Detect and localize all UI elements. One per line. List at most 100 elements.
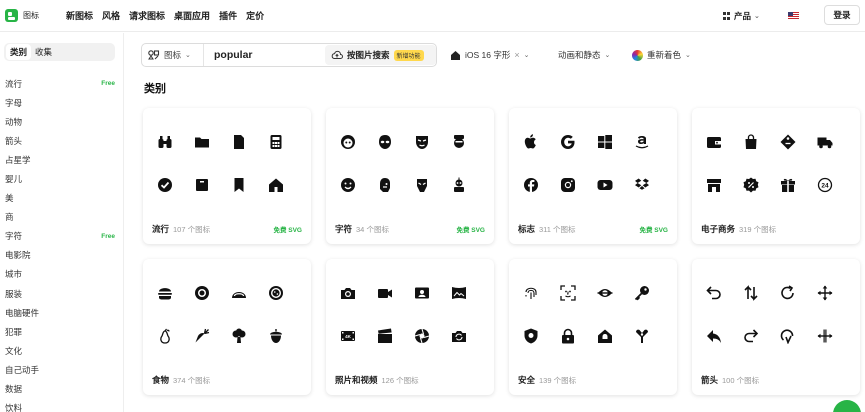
sidebar-item[interactable]: 占星学 bbox=[5, 150, 115, 169]
key-icon[interactable] bbox=[634, 285, 650, 301]
checkmark-circle-icon[interactable] bbox=[157, 177, 173, 193]
sidebar-item[interactable]: 电影院 bbox=[5, 246, 115, 265]
burger-icon[interactable] bbox=[157, 285, 173, 301]
nav-plugins[interactable]: 插件 bbox=[219, 9, 237, 22]
bearded-man-icon[interactable] bbox=[451, 134, 467, 150]
shield-icon[interactable] bbox=[523, 328, 539, 344]
bookmark-icon[interactable] bbox=[231, 177, 247, 193]
sidebar-item[interactable]: 服装 bbox=[5, 284, 115, 303]
sidebar-item[interactable]: 城市 bbox=[5, 265, 115, 284]
us-flag-icon[interactable] bbox=[788, 12, 799, 19]
carrot-icon[interactable] bbox=[194, 328, 210, 344]
shopping-bag-icon[interactable] bbox=[743, 134, 759, 150]
chat-button[interactable] bbox=[833, 400, 861, 412]
satellite-icon[interactable] bbox=[634, 328, 650, 344]
gift-icon[interactable] bbox=[780, 177, 796, 193]
reply-arrow-icon[interactable] bbox=[706, 328, 722, 344]
acorn-icon[interactable] bbox=[268, 328, 284, 344]
image-search-button[interactable]: 按图片搜索 新增功能 bbox=[325, 45, 436, 65]
google-logo-icon[interactable] bbox=[560, 134, 576, 150]
sidebar-item[interactable]: 饮料 bbox=[5, 399, 115, 412]
robot-icon[interactable] bbox=[451, 177, 467, 193]
box-icon[interactable] bbox=[194, 177, 210, 193]
sidebar-item[interactable]: 字母 bbox=[5, 93, 115, 112]
category-card[interactable]: 流行 107 个图标 免费 SVG bbox=[143, 108, 311, 244]
clapperboard-icon[interactable] bbox=[377, 328, 393, 344]
category-card[interactable]: 箭头 100 个图标 bbox=[692, 259, 860, 395]
wallet-icon[interactable] bbox=[706, 134, 722, 150]
calculator-icon[interactable] bbox=[268, 134, 284, 150]
apple-logo-icon[interactable] bbox=[523, 134, 539, 150]
products-menu[interactable]: 产品 ⌄ bbox=[723, 10, 760, 22]
style-filter[interactable]: iOS 16 字形 × ⌄ bbox=[450, 49, 530, 61]
fingerprint-icon[interactable] bbox=[523, 285, 539, 301]
binoculars-icon[interactable] bbox=[157, 134, 173, 150]
recolor-filter[interactable]: 重新着色 ⌄ bbox=[632, 49, 691, 61]
redo-arrow-icon[interactable] bbox=[743, 328, 759, 344]
sidebar-item[interactable]: 动物 bbox=[5, 112, 115, 131]
clear-icon[interactable]: × bbox=[514, 50, 519, 60]
instagram-logo-icon[interactable] bbox=[560, 177, 576, 193]
brand-name[interactable]: 图标 bbox=[23, 10, 39, 21]
discount-badge-icon[interactable] bbox=[743, 177, 759, 193]
iron-mask-icon[interactable] bbox=[414, 177, 430, 193]
sidebar-item[interactable]: 犯罪 bbox=[5, 322, 115, 341]
padlock-icon[interactable] bbox=[560, 328, 576, 344]
pizza-icon[interactable] bbox=[268, 285, 284, 301]
nav-styles[interactable]: 风格 bbox=[102, 9, 120, 22]
tab-categories[interactable]: 类别 bbox=[6, 44, 32, 60]
nav-new-icons[interactable]: 新图标 bbox=[66, 9, 93, 22]
delivery-truck-icon[interactable] bbox=[817, 134, 833, 150]
category-card[interactable]: 字符 34 个图标 免费 SVG bbox=[326, 108, 494, 244]
search-input[interactable]: popular bbox=[214, 49, 253, 61]
nav-desktop-app[interactable]: 桌面应用 bbox=[174, 9, 210, 22]
windows-logo-icon[interactable] bbox=[597, 134, 613, 150]
folder-icon[interactable] bbox=[194, 134, 210, 150]
eye-scan-icon[interactable] bbox=[597, 285, 613, 301]
4k-film-icon[interactable]: 4K bbox=[340, 328, 356, 344]
aperture-icon[interactable] bbox=[414, 328, 430, 344]
video-camera-icon[interactable] bbox=[377, 285, 393, 301]
nav-request-icons[interactable]: 请求图标 bbox=[129, 9, 165, 22]
resize-arrows-icon[interactable] bbox=[817, 328, 833, 344]
mask-icon[interactable] bbox=[414, 134, 430, 150]
store-icon[interactable] bbox=[706, 177, 722, 193]
home-alarm-icon[interactable] bbox=[597, 328, 613, 344]
avatar-face-icon[interactable] bbox=[340, 134, 356, 150]
sidebar-item[interactable]: 流行 Free bbox=[5, 74, 115, 93]
24-hour-service-icon[interactable]: 24 bbox=[817, 177, 833, 193]
home-icon[interactable] bbox=[268, 177, 284, 193]
login-button[interactable]: 登录 bbox=[824, 5, 860, 25]
tab-collections[interactable]: 收集 bbox=[31, 44, 56, 60]
price-tag-icon[interactable] bbox=[780, 134, 796, 150]
youtube-logo-icon[interactable] bbox=[597, 177, 613, 193]
switch-camera-icon[interactable] bbox=[451, 328, 467, 344]
camera-icon[interactable] bbox=[340, 285, 356, 301]
dropbox-logo-icon[interactable] bbox=[634, 177, 650, 193]
rotate-arrow-icon[interactable] bbox=[780, 285, 796, 301]
amazon-logo-icon[interactable] bbox=[634, 134, 650, 150]
logo-icon[interactable] bbox=[5, 9, 18, 22]
alien-head-icon[interactable] bbox=[377, 134, 393, 150]
free-svg-badge[interactable]: 免费 SVG bbox=[273, 224, 302, 234]
search-type-select[interactable]: 图标 ⌄ bbox=[148, 49, 191, 61]
broccoli-icon[interactable] bbox=[231, 328, 247, 344]
sidebar-item[interactable]: 自己动手 bbox=[5, 360, 115, 379]
sidebar-item[interactable]: 商 bbox=[5, 208, 115, 227]
move-arrows-icon[interactable] bbox=[817, 285, 833, 301]
plate-icon[interactable] bbox=[194, 285, 210, 301]
smiling-face-icon[interactable] bbox=[340, 177, 356, 193]
category-card[interactable]: 食物 374 个图标 bbox=[143, 259, 311, 395]
sidebar-item[interactable]: 电脑硬件 bbox=[5, 303, 115, 322]
swap-arrows-icon[interactable] bbox=[743, 285, 759, 301]
free-svg-badge[interactable]: 免费 SVG bbox=[456, 224, 485, 234]
facebook-logo-icon[interactable] bbox=[523, 177, 539, 193]
bald-head-icon[interactable] bbox=[377, 177, 393, 193]
photo-id-icon[interactable] bbox=[414, 285, 430, 301]
sidebar-item[interactable]: 箭头 bbox=[5, 131, 115, 150]
undo-arrow-icon[interactable] bbox=[706, 285, 722, 301]
category-card[interactable]: 24 电子商务 319 个图标 bbox=[692, 108, 860, 244]
motion-filter[interactable]: 动画和静态 ⌄ bbox=[558, 49, 610, 61]
sidebar-item[interactable]: 婴儿 bbox=[5, 169, 115, 188]
nav-pricing[interactable]: 定价 bbox=[246, 9, 264, 22]
